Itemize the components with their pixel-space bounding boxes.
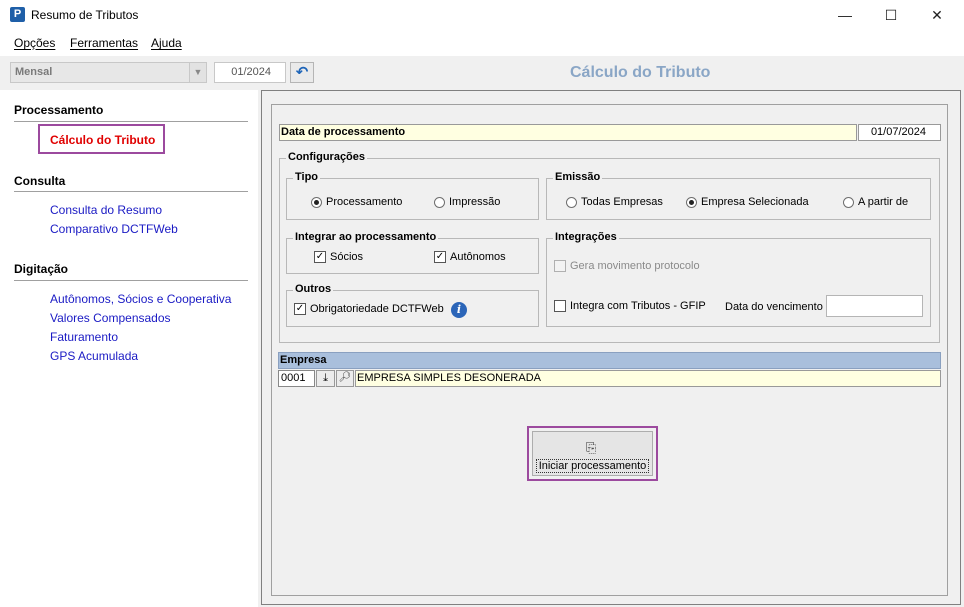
checkbox-label: Integra com Tributos - GFIP	[570, 300, 706, 312]
radio-label: A partir de	[858, 196, 909, 208]
checkbox-label: Autônomos	[450, 251, 506, 263]
outros-title: Outros	[293, 283, 334, 295]
empresa-header: Empresa	[278, 352, 941, 369]
radio-a-partir-de[interactable]: A partir de	[843, 196, 908, 208]
radio-label: Empresa Selecionada	[701, 196, 809, 208]
menu-opcoes[interactable]: Opções	[14, 36, 55, 50]
sidebar-item-label: Cálculo do Tributo	[50, 133, 156, 147]
outros-group: Outros ✓ Obrigatoriedade DCTFWeb i	[286, 283, 539, 327]
radio-off-icon	[843, 196, 854, 208]
section-divider	[14, 280, 248, 281]
periodicity-value: Mensal	[15, 66, 53, 78]
periodicity-select[interactable]: Mensal ▼	[10, 62, 207, 83]
emissao-title: Emissão	[553, 171, 603, 183]
sidebar-item-valores-compensados[interactable]: Valores Compensados	[50, 311, 171, 325]
checkbox-label: Obrigatoriedade DCTFWeb	[310, 303, 444, 315]
radio-off-icon	[434, 196, 445, 208]
processing-date-field[interactable]: 01/07/2024	[858, 124, 941, 141]
check-icon: ✓	[434, 251, 446, 263]
radio-label: Processamento	[326, 196, 403, 208]
maximize-button[interactable]: ☐	[868, 0, 914, 30]
title-bar: P Resumo de Tributos — ☐ ✕	[0, 0, 964, 30]
start-processing-text: Iniciar processamento	[535, 459, 650, 473]
radio-label: Todas Empresas	[581, 196, 663, 208]
integrar-title: Integrar ao processamento	[293, 231, 439, 243]
start-button-highlight: ⎘ Iniciar processamento	[527, 426, 658, 481]
section-processamento: Processamento	[14, 103, 104, 117]
radio-off-icon	[566, 196, 577, 208]
radio-on-icon	[311, 196, 322, 208]
check-icon: ✓	[314, 251, 326, 263]
start-processing-label: Iniciar processamento	[533, 459, 652, 473]
checkbox-label: Gera movimento protocolo	[570, 260, 700, 272]
checkbox-integra-tributos-gfip[interactable]: Integra com Tributos - GFIP	[554, 300, 706, 312]
minimize-button[interactable]: —	[822, 0, 868, 30]
integrar-group: Integrar ao processamento ✓ Sócios ✓ Aut…	[286, 231, 539, 274]
checkbox-socios[interactable]: ✓ Sócios	[314, 251, 363, 263]
radio-todas-empresas[interactable]: Todas Empresas	[566, 196, 663, 208]
radio-processamento[interactable]: Processamento	[311, 196, 402, 208]
empresa-name-field: EMPRESA SIMPLES DESONERADA	[355, 370, 941, 387]
radio-impressao[interactable]: Impressão	[434, 196, 500, 208]
sidebar-item-gps-acumulada[interactable]: GPS Acumulada	[50, 349, 138, 363]
checkbox-autonomos[interactable]: ✓ Autônomos	[434, 251, 506, 263]
check-icon: ✓	[294, 303, 306, 315]
radio-on-icon	[686, 196, 697, 208]
sidebar-item-comparativo-dctfweb[interactable]: Comparativo DCTFWeb	[50, 222, 178, 236]
start-processing-button[interactable]: ⎘ Iniciar processamento	[532, 431, 653, 476]
download-icon[interactable]: ⤓	[316, 370, 335, 387]
section-divider	[14, 121, 248, 122]
section-digitacao: Digitação	[14, 262, 69, 276]
sidebar-item-autonomos[interactable]: Autônomos, Sócios e Cooperativa	[50, 292, 231, 306]
checkbox-empty-icon	[554, 300, 566, 312]
menu-bar: Opções Ferramentas Ajuda	[0, 30, 964, 56]
radio-label: Impressão	[449, 196, 501, 208]
undo-icon[interactable]: ↶	[290, 62, 314, 83]
chevron-down-icon[interactable]: ▼	[189, 63, 206, 82]
menu-ferramentas[interactable]: Ferramentas	[70, 36, 138, 50]
section-consulta: Consulta	[14, 174, 66, 188]
copy-icon: ⎘	[586, 440, 597, 455]
checkbox-label: Sócios	[330, 251, 364, 263]
search-company-icon[interactable]: 🔎︎	[336, 370, 354, 387]
checkbox-empty-icon	[554, 260, 566, 272]
close-button[interactable]: ✕	[914, 0, 960, 30]
vencimento-field[interactable]	[826, 295, 923, 317]
integracoes-group: Integrações Gera movimento protocolo Int…	[546, 231, 931, 327]
empresa-code-field[interactable]: 0001	[278, 370, 315, 387]
checkbox-gera-movimento-protocolo[interactable]: Gera movimento protocolo	[554, 260, 700, 272]
tipo-group: Tipo Processamento Impressão	[286, 171, 539, 220]
menu-ajuda[interactable]: Ajuda	[151, 36, 182, 50]
sidebar-item-consulta-do-resumo[interactable]: Consulta do Resumo	[50, 203, 162, 217]
processing-date-label: Data de processamento	[279, 124, 857, 141]
tipo-title: Tipo	[293, 171, 321, 183]
app-icon: P	[10, 7, 25, 22]
config-group-title: Configurações	[286, 151, 368, 163]
emissao-group: Emissão Todas Empresas Empresa Seleciona…	[546, 171, 931, 220]
window-title: Resumo de Tributos	[31, 8, 139, 22]
vencimento-label: Data do vencimento	[725, 301, 823, 313]
checkbox-obrigatoriedade-dctfweb[interactable]: ✓ Obrigatoriedade DCTFWeb	[294, 303, 444, 315]
sidebar: Processamento Cálculo do Tributo Consult…	[0, 90, 258, 607]
sidebar-item-faturamento[interactable]: Faturamento	[50, 330, 118, 344]
integracoes-title: Integrações	[553, 231, 619, 243]
section-divider	[14, 191, 248, 192]
radio-empresa-selecionada[interactable]: Empresa Selecionada	[686, 196, 809, 208]
page-title: Cálculo do Tributo	[570, 64, 711, 81]
period-field[interactable]: 01/2024	[214, 62, 286, 83]
sidebar-item-calculo-do-tributo[interactable]: Cálculo do Tributo	[38, 124, 165, 154]
info-icon[interactable]: i	[451, 302, 467, 318]
